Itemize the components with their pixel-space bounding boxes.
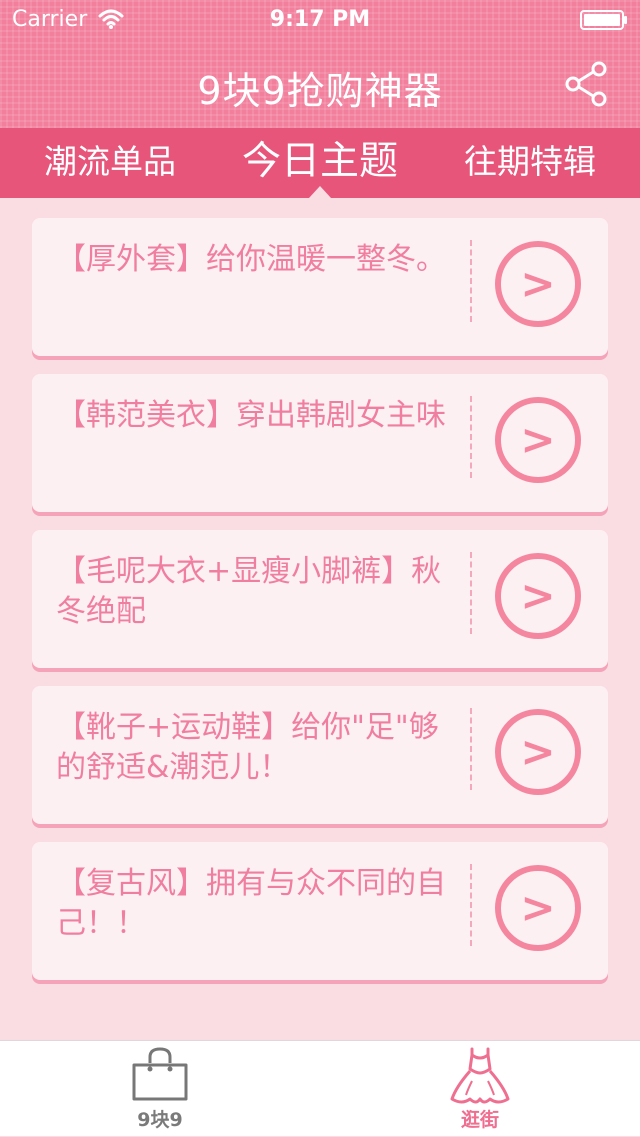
theme-card[interactable]: 【厚外套】给你温暖一整冬。 >: [32, 218, 608, 356]
shopping-bag-icon: [132, 1047, 188, 1101]
theme-card[interactable]: 【复古风】拥有与众不同的自己！！ >: [32, 842, 608, 980]
tab-past-specials[interactable]: 往期特辑: [420, 128, 640, 198]
dress-icon: [450, 1047, 510, 1104]
card-divider: [470, 864, 472, 946]
card-divider: [470, 708, 472, 790]
arrow-glyph: >: [520, 883, 555, 932]
chevron-right-icon[interactable]: >: [494, 240, 582, 328]
card-divider: [470, 552, 472, 634]
status-bar: Carrier 9:17 PM: [0, 0, 640, 40]
chevron-right-icon[interactable]: >: [494, 864, 582, 952]
theme-card[interactable]: 【毛呢大衣+显瘦小脚裤】秋冬绝配 >: [32, 530, 608, 668]
bottom-tab-9kuai9[interactable]: 9块9: [80, 1041, 240, 1137]
card-divider: [470, 240, 472, 322]
active-tab-indicator: [309, 186, 331, 198]
theme-card-text: 【韩范美衣】穿出韩剧女主味: [56, 398, 446, 433]
bottom-tab-label: 逛街: [460, 1109, 499, 1131]
theme-card-text: 【厚外套】给你温暖一整冬。: [56, 242, 446, 277]
theme-card-text: 【毛呢大衣+显瘦小脚裤】秋冬绝配: [56, 554, 442, 629]
battery-icon: [580, 10, 627, 30]
arrow-glyph: >: [520, 571, 555, 620]
nav-header: Carrier 9:17 PM 9块9抢购神器: [0, 0, 640, 128]
chevron-right-icon[interactable]: >: [494, 708, 582, 796]
arrow-glyph: >: [520, 727, 555, 776]
tab-trend-items[interactable]: 潮流单品: [0, 128, 220, 198]
theme-card[interactable]: 【韩范美衣】穿出韩剧女主味 >: [32, 374, 608, 512]
chevron-right-icon[interactable]: >: [494, 552, 582, 640]
theme-card[interactable]: 【靴子+运动鞋】给你"足"够的舒适&潮范儿！ >: [32, 686, 608, 824]
theme-card-text: 【靴子+运动鞋】给你"足"够的舒适&潮范儿！: [56, 710, 439, 785]
share-icon[interactable]: [564, 60, 608, 108]
chevron-right-icon[interactable]: >: [494, 396, 582, 484]
page-title: 9块9抢购神器: [197, 69, 443, 113]
bottom-tab-shopping[interactable]: 逛街: [400, 1041, 560, 1137]
bottom-tab-bar: 9块9 逛街: [0, 1040, 640, 1136]
arrow-glyph: >: [520, 415, 555, 464]
arrow-glyph: >: [520, 259, 555, 308]
bottom-tab-label: 9块9: [137, 1109, 183, 1131]
theme-list: 【厚外套】给你温暖一整冬。 > 【韩范美衣】穿出韩剧女主味 > 【毛呢大衣+显瘦…: [0, 198, 640, 1040]
card-divider: [470, 396, 472, 478]
theme-card-text: 【复古风】拥有与众不同的自己！！: [56, 866, 446, 941]
status-time: 9:17 PM: [269, 7, 371, 32]
